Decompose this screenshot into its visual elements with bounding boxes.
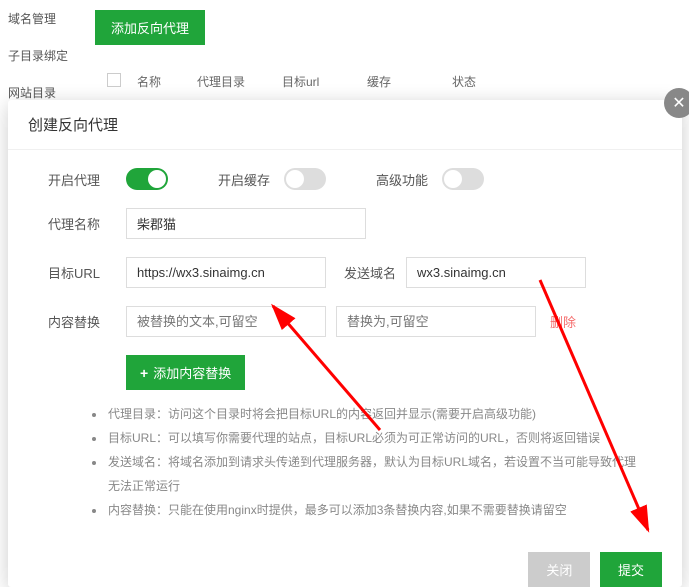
advanced-label: 高级功能 (376, 170, 428, 189)
modal-footer: 关闭 提交 (8, 542, 682, 587)
enable-proxy-toggle[interactable] (126, 168, 168, 190)
target-url-input[interactable] (126, 257, 326, 288)
enable-cache-toggle[interactable] (284, 168, 326, 190)
send-domain-label: 发送域名 (344, 263, 396, 282)
replace-from-input[interactable] (126, 306, 326, 337)
cancel-button[interactable]: 关闭 (528, 552, 590, 587)
create-proxy-modal: ✕ 创建反向代理 开启代理 开启缓存 高级功能 代理名称 目标URL (8, 100, 682, 587)
plus-icon: + (140, 365, 148, 381)
advanced-toggle[interactable] (442, 168, 484, 190)
send-domain-input[interactable] (406, 257, 586, 288)
replace-to-input[interactable] (336, 306, 536, 337)
enable-cache-label: 开启缓存 (218, 170, 270, 189)
content-replace-label: 内容替换 (48, 312, 126, 331)
help-item: 目标URL：可以填写你需要代理的站点，目标URL必须为可正常访问的URL，否则将… (106, 426, 642, 450)
modal-title: 创建反向代理 (8, 100, 682, 150)
proxy-name-label: 代理名称 (48, 214, 126, 233)
add-replace-label: 添加内容替换 (153, 363, 231, 382)
delete-replace-link[interactable]: 删除 (550, 312, 576, 331)
help-item: 内容替换：只能在使用nginx时提供，最多可以添加3条替换内容,如果不需要替换请… (106, 498, 642, 522)
help-item: 代理目录：访问这个目录时将会把目标URL的内容返回并显示(需要开启高级功能) (106, 402, 642, 426)
close-icon[interactable]: ✕ (664, 88, 689, 118)
submit-button[interactable]: 提交 (600, 552, 662, 587)
target-url-label: 目标URL (48, 263, 126, 282)
modal-overlay: ✕ 创建反向代理 开启代理 开启缓存 高级功能 代理名称 目标URL (0, 0, 689, 566)
help-item: 发送域名：将域名添加到请求头传递到代理服务器，默认为目标URL域名，若设置不当可… (106, 450, 642, 498)
proxy-name-input[interactable] (126, 208, 366, 239)
add-content-replace-button[interactable]: + 添加内容替换 (126, 355, 245, 390)
enable-proxy-label: 开启代理 (48, 170, 126, 189)
help-list: 代理目录：访问这个目录时将会把目标URL的内容返回并显示(需要开启高级功能) 目… (48, 390, 642, 534)
